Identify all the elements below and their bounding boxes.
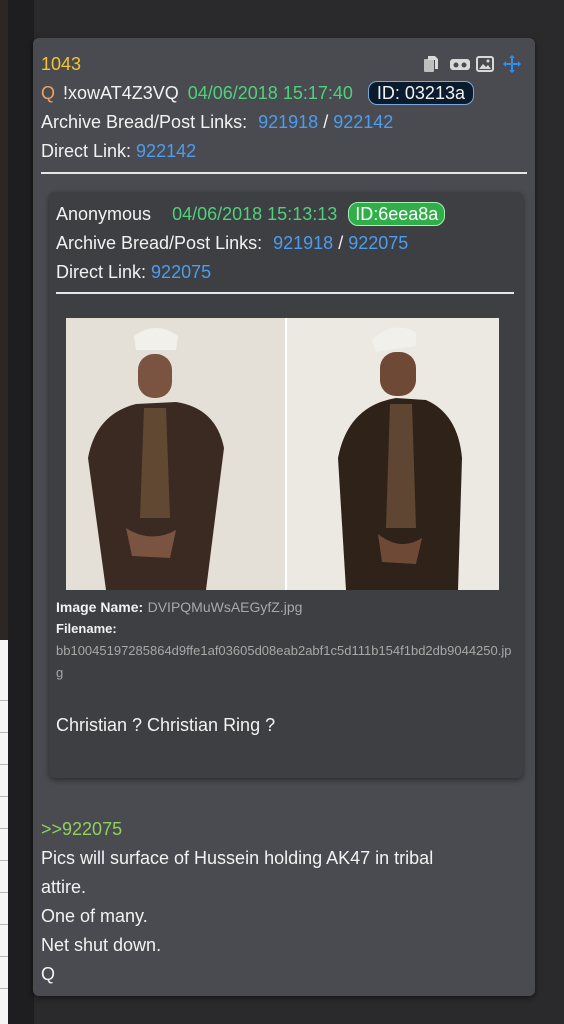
background-left-strip: [0, 0, 34, 1024]
post-toolbar: [422, 53, 521, 73]
quoted-archive-row: Archive Bread/Post Links: 921918 / 92207…: [56, 229, 515, 258]
archive-separator: /: [323, 112, 329, 132]
direct-link[interactable]: 922142: [136, 141, 196, 161]
archive-link-bread[interactable]: 921918: [258, 112, 318, 132]
direct-link-row: Direct Link: 922142: [41, 137, 527, 166]
image-icon[interactable]: [476, 53, 494, 72]
quoted-archive-link-bread[interactable]: 921918: [273, 233, 333, 253]
archive-link-post[interactable]: 922142: [333, 112, 393, 132]
filename-label: Filename:: [56, 621, 117, 636]
body-line: Q: [41, 964, 56, 984]
post-image[interactable]: [66, 318, 499, 590]
post-body: >>922075 Pics will surface of Hussein ho…: [41, 815, 521, 989]
quoted-archive-link-post[interactable]: 922075: [348, 233, 408, 253]
reply-link[interactable]: >>922075: [41, 815, 521, 844]
quoted-datetime: 04/06/2018 15:13:13: [172, 204, 338, 224]
quoted-header: Anonymous 04/06/2018 15:13:13 ID:6eea8a: [56, 200, 515, 229]
post-id-badge[interactable]: ID: 03213a: [367, 81, 474, 105]
post-header: Q !xowAT4Z3VQ 04/06/2018 15:17:40 ID: 032…: [41, 79, 527, 108]
quoted-direct-label: Direct Link:: [56, 262, 147, 282]
archive-links-row: Archive Bread/Post Links: 921918 / 92214…: [41, 108, 527, 137]
image-name-row: Image Name: DVIPQMuWsAEGyfZ.jpg: [56, 596, 516, 619]
post-card: 1043 Q !xowAT4Z3VQ 04/06/2018 15:17:40 ID…: [33, 38, 535, 996]
quoted-divider: [56, 292, 514, 294]
quoted-body-text: Christian ? Christian Ring ?: [56, 715, 276, 735]
header-divider: [41, 172, 527, 174]
filename-label-row: Filename:: [56, 618, 117, 640]
quoted-archive-label: Archive Bread/Post Links:: [56, 233, 263, 253]
body-line: Net shut down.: [41, 935, 162, 955]
body-line: One of many.: [41, 906, 148, 926]
quoted-author: Anonymous: [56, 204, 152, 224]
background-strip-dark: [0, 0, 8, 640]
post-tripcode: !xowAT4Z3VQ: [63, 83, 179, 103]
post-author: Q: [41, 83, 56, 103]
quoted-direct-link[interactable]: 922075: [151, 262, 211, 282]
vr-goggles-icon[interactable]: [449, 53, 470, 71]
image-name-link[interactable]: DVIPQMuWsAEGyfZ.jpg: [148, 599, 303, 615]
direct-link-label: Direct Link:: [41, 141, 132, 161]
archive-label: Archive Bread/Post Links:: [41, 112, 248, 132]
post-datetime: 04/06/2018 15:17:40: [187, 83, 353, 103]
filename-value: bb10045197285864d9ffe1af03605d08eab2abf1…: [56, 643, 512, 680]
move-icon[interactable]: [503, 53, 521, 73]
quoted-archive-separator: /: [338, 233, 344, 253]
post-number[interactable]: 1043: [41, 54, 81, 74]
body-line: Pics will surface of Hussein holding AK4…: [41, 848, 434, 868]
quoted-direct-row: Direct Link: 922075: [56, 258, 515, 287]
copy-icon[interactable]: [422, 53, 440, 72]
image-name-label: Image Name:: [56, 599, 144, 615]
background-strip-light: [0, 640, 8, 1024]
body-line: attire.: [41, 877, 87, 897]
post-number-row: 1043: [41, 50, 527, 79]
quoted-post: Anonymous 04/06/2018 15:13:13 ID:6eea8a …: [49, 192, 523, 778]
quoted-id-badge[interactable]: ID:6eea8a: [348, 202, 446, 226]
